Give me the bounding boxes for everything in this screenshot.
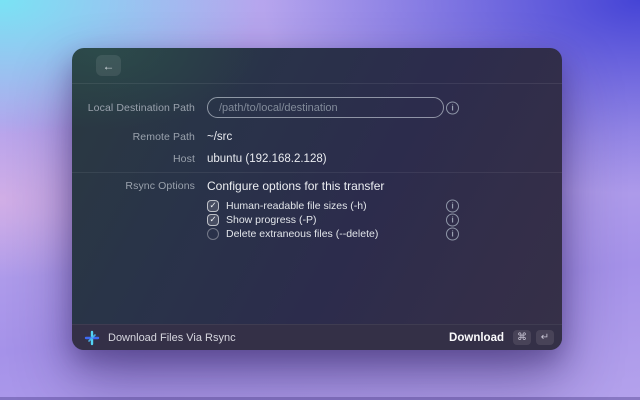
info-icon[interactable]: i <box>446 227 459 240</box>
rsync-options-row: Rsync Options Configure options for this… <box>72 178 562 194</box>
rsync-options-label: Rsync Options <box>125 180 195 192</box>
local-destination-input[interactable] <box>207 97 444 118</box>
checkbox-label: Show progress (-P) <box>226 213 317 226</box>
host-label: Host <box>173 153 195 165</box>
local-destination-label: Local Destination Path <box>87 101 195 114</box>
action-bar: Download Files Via Rsync Download ⌘ ↵ <box>72 324 562 350</box>
back-arrow-icon: ← <box>102 58 115 73</box>
checkbox-row-human-readable[interactable]: ✓ Human-readable file sizes (-h) i <box>72 199 562 212</box>
checkbox-label: Delete extraneous files (--delete) <box>226 227 379 240</box>
remote-path-label: Remote Path <box>132 131 195 143</box>
checkbox-label: Human-readable file sizes (-h) <box>226 199 367 212</box>
command-title: Download Files Via Rsync <box>108 331 236 344</box>
rsync-extension-window: ← Local Destination Path i Remote Path ~… <box>72 48 562 350</box>
window-header: ← <box>72 48 562 84</box>
back-button[interactable]: ← <box>96 55 121 76</box>
local-destination-row: Local Destination Path i <box>72 97 562 118</box>
checkbox-checked-icon[interactable]: ✓ <box>207 199 219 212</box>
info-icon[interactable]: i <box>446 199 459 212</box>
host-value[interactable]: ubuntu (192.168.2.128) <box>207 153 327 165</box>
cmd-key-icon: ⌘ <box>513 330 531 345</box>
desktop-background: ← Local Destination Path i Remote Path ~… <box>0 0 640 400</box>
info-icon[interactable]: i <box>446 213 459 226</box>
checkbox-row-show-progress[interactable]: ✓ Show progress (-P) i <box>72 213 562 226</box>
host-row: Host ubuntu (192.168.2.128) <box>72 151 562 167</box>
return-key-icon: ↵ <box>536 330 554 345</box>
info-icon[interactable]: i <box>446 101 459 114</box>
checkbox-row-delete-extraneous[interactable]: Delete extraneous files (--delete) i <box>72 227 562 240</box>
section-divider <box>72 172 562 173</box>
remote-path-value[interactable]: ~/src <box>207 131 232 143</box>
rsync-extension-icon <box>84 330 100 345</box>
rsync-options-heading: Configure options for this transfer <box>207 179 385 193</box>
checkbox-unchecked-icon[interactable] <box>207 227 219 240</box>
remote-path-row: Remote Path ~/src <box>72 129 562 145</box>
checkbox-checked-icon[interactable]: ✓ <box>207 213 219 226</box>
download-action-button[interactable]: Download <box>449 332 504 344</box>
